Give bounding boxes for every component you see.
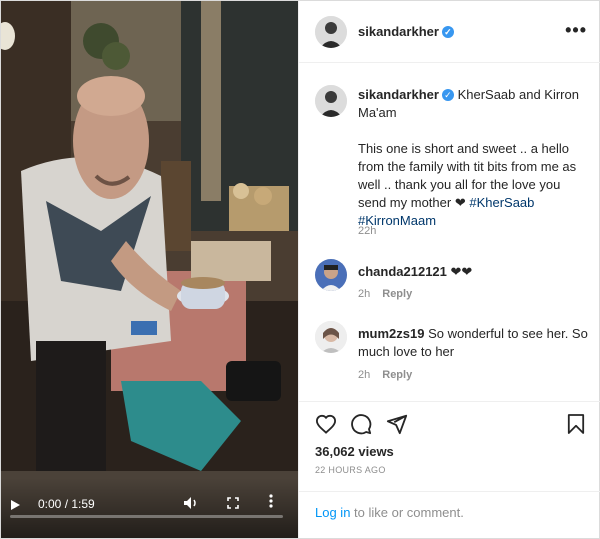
comment-message: ❤❤ [450, 264, 473, 279]
heart-icon[interactable] [315, 414, 337, 439]
comment-username[interactable]: mum2zs19 [358, 326, 424, 341]
verified-icon: ✓ [441, 26, 454, 38]
video-more-icon[interactable] [269, 494, 273, 511]
login-prompt-text: to like or comment. [354, 505, 464, 520]
comment-item: mum2zs19 So wonderful to see her. So muc… [315, 321, 595, 387]
avatar[interactable] [315, 85, 347, 117]
volume-icon[interactable] [183, 496, 199, 513]
comment-meta: 2h Reply [358, 369, 412, 381]
avatar[interactable] [315, 321, 347, 353]
comment-username[interactable]: chanda212121 [358, 264, 447, 279]
hashtag-link[interactable]: #KherSaab [469, 195, 534, 210]
video-time: 0:00 / 1:59 [38, 497, 95, 511]
video-progress-bar[interactable] [10, 515, 283, 518]
view-count[interactable]: 36,062 views [315, 444, 394, 459]
avatar[interactable] [315, 16, 347, 48]
caption-time: 22h [358, 225, 377, 237]
video-controls: 0:00 / 1:59 [1, 478, 298, 538]
login-prompt: Log in to like or comment. [299, 491, 600, 538]
post-header: sikandarkher ✓ ••• [299, 1, 600, 63]
caption-username[interactable]: sikandarkher [358, 87, 439, 102]
post-actions: 36,062 views 22 HOURS AGO [299, 401, 600, 491]
reply-button[interactable]: Reply [382, 369, 412, 381]
share-icon[interactable] [386, 413, 408, 440]
reply-button[interactable]: Reply [382, 288, 412, 300]
verified-icon: ✓ [441, 89, 454, 101]
comments-section[interactable]: sikandarkher ✓ KherSaab and Kirron Ma'am … [299, 63, 600, 401]
comment-time: 2h [358, 288, 371, 300]
comment-icon[interactable] [350, 413, 372, 440]
caption-text: sikandarkher ✓ KherSaab and Kirron Ma'am … [358, 86, 590, 230]
comment-text: mum2zs19 So wonderful to see her. So muc… [358, 325, 590, 361]
header-username-wrap: sikandarkher ✓ [358, 24, 454, 39]
more-options-icon[interactable]: ••• [565, 20, 587, 41]
comment-item: chanda212121 ❤❤ 2h Reply [315, 259, 595, 305]
caption-body: This one is short and sweet .. a hello f… [358, 141, 577, 210]
instagram-post: 0:00 / 1:59 sikandarkher ✓ ••• sikandark… [0, 0, 600, 539]
video-player[interactable]: 0:00 / 1:59 [1, 1, 298, 538]
avatar[interactable] [315, 259, 347, 291]
video-frame [1, 1, 298, 538]
comment-meta: 2h Reply [358, 288, 412, 300]
login-link[interactable]: Log in [315, 505, 350, 520]
play-icon[interactable] [11, 500, 20, 510]
post-side-panel: sikandarkher ✓ ••• sikandarkher ✓ KherSaab… [298, 1, 600, 538]
header-username[interactable]: sikandarkher [358, 24, 439, 39]
fullscreen-icon[interactable] [227, 497, 239, 512]
comment-text: chanda212121 ❤❤ [358, 263, 590, 281]
comment-time: 2h [358, 369, 371, 381]
post-timestamp[interactable]: 22 HOURS AGO [315, 465, 386, 475]
caption-item: sikandarkher ✓ KherSaab and Kirron Ma'am … [315, 85, 595, 245]
bookmark-icon[interactable] [567, 413, 585, 440]
